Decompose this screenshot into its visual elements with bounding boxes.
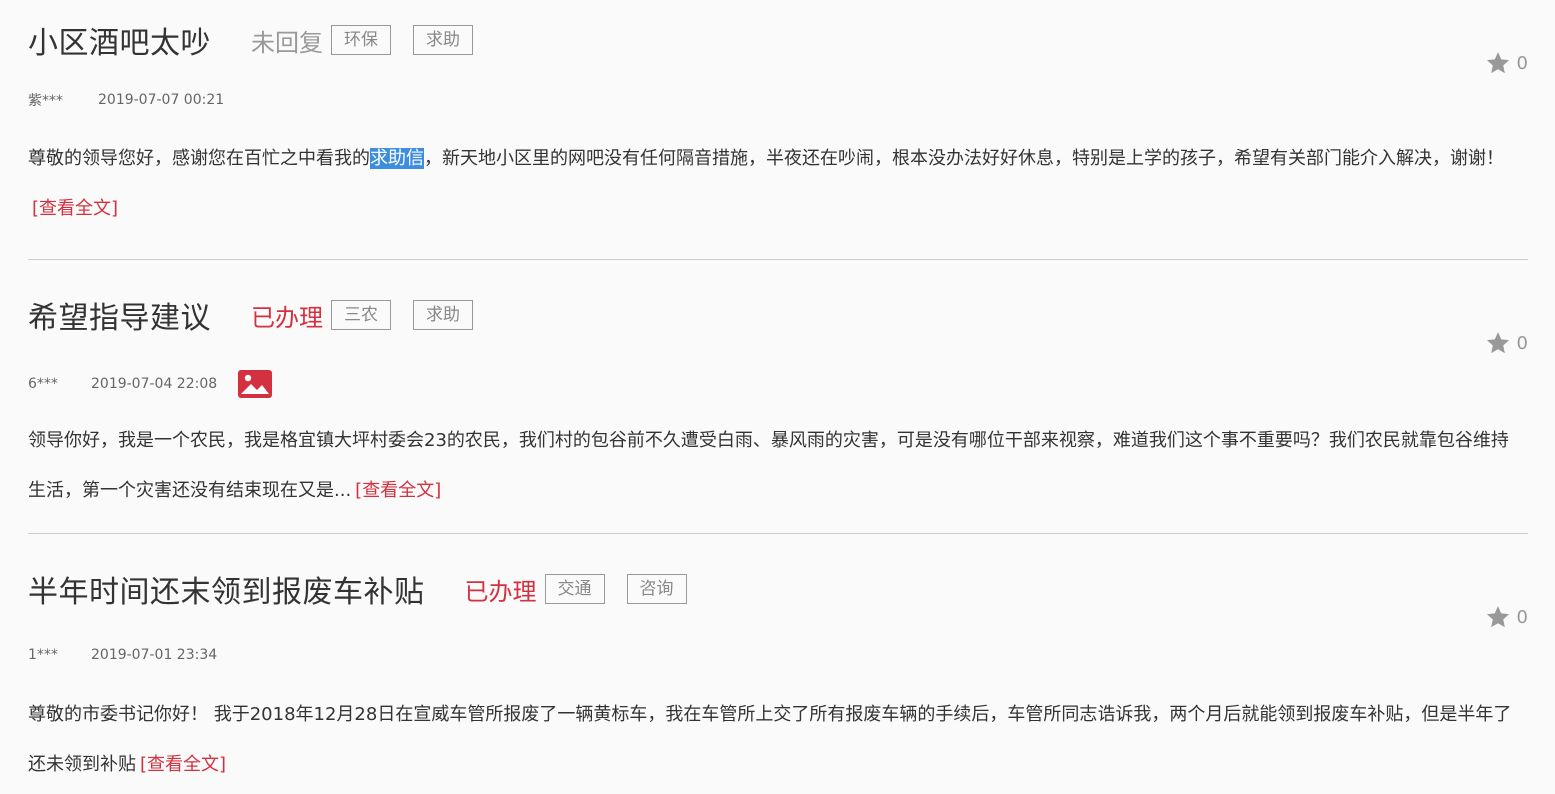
status-badge: 已办理 bbox=[251, 303, 323, 332]
timestamp: 2019-07-01 23:34 bbox=[91, 647, 218, 663]
like-count: 0 bbox=[1516, 332, 1528, 354]
tag-type[interactable]: 求助 bbox=[413, 300, 473, 330]
post-title-row: 半年时间还末领到报废车补贴 已办理 交通 咨询 bbox=[28, 567, 687, 611]
content-text: 领导你好，我是一个农民，我是格宜镇大坪村委会23的农民，我们村的包谷前不久遭受白… bbox=[28, 430, 1509, 501]
like-count: 0 bbox=[1516, 606, 1528, 628]
divider bbox=[28, 533, 1528, 534]
post-item: 希望指导建议 已办理 三农 求助 6*** 2019-07-04 22:08 0… bbox=[28, 295, 1528, 515]
content-highlight: 求助信 bbox=[370, 148, 424, 169]
post-title-row: 希望指导建议 已办理 三农 求助 bbox=[28, 293, 473, 337]
view-full-link[interactable]: [查看全文] bbox=[32, 198, 118, 219]
post-title[interactable]: 小区酒吧太吵 bbox=[28, 18, 211, 62]
tag-category[interactable]: 交通 bbox=[544, 574, 605, 604]
divider bbox=[28, 259, 1528, 260]
tag-category[interactable]: 三农 bbox=[331, 300, 391, 330]
post-meta: 1*** 2019-07-01 23:34 bbox=[28, 647, 217, 663]
post-meta: 紫*** 2019-07-07 00:21 bbox=[28, 90, 224, 110]
post-title[interactable]: 希望指导建议 bbox=[28, 293, 211, 337]
timestamp: 2019-07-04 22:08 bbox=[91, 376, 218, 392]
author: 6*** bbox=[28, 376, 58, 392]
post-meta: 6*** 2019-07-04 22:08 bbox=[28, 369, 273, 399]
tag-type[interactable]: 求助 bbox=[413, 25, 473, 55]
post-item: 半年时间还末领到报废车补贴 已办理 交通 咨询 1*** 2019-07-01 … bbox=[28, 569, 1528, 794]
view-full-link[interactable]: [查看全文] bbox=[140, 754, 226, 775]
star-icon bbox=[1486, 606, 1509, 628]
post-content: 尊敬的领导您好，感谢您在百忙之中看我的求助信，新天地小区里的网吧没有任何隔音措施… bbox=[28, 134, 1528, 234]
like-button[interactable]: 0 bbox=[1485, 50, 1528, 76]
post-content: 尊敬的市委书记你好！ 我于2018年12月28日在宣威车管所报废了一辆黄标车，我… bbox=[28, 690, 1528, 790]
author: 紫*** bbox=[28, 93, 63, 109]
tag-type[interactable]: 咨询 bbox=[626, 574, 687, 604]
content-text: 尊敬的领导您好，感谢您在百忙之中看我的 bbox=[28, 148, 370, 169]
content-text-rest: ，新天地小区里的网吧没有任何隔音措施，半夜还在吵闹，根本没办法好好休息，特别是上… bbox=[424, 148, 1504, 169]
image-icon[interactable] bbox=[237, 369, 273, 399]
status-badge: 未回复 bbox=[251, 28, 323, 57]
view-full-link[interactable]: [查看全文] bbox=[355, 480, 441, 501]
author: 1*** bbox=[28, 647, 58, 663]
post-title-row: 小区酒吧太吵 未回复 环保 求助 bbox=[28, 18, 473, 62]
post-item: 小区酒吧太吵 未回复 环保 求助 紫*** 2019-07-07 00:21 0… bbox=[28, 20, 1528, 240]
tag-category[interactable]: 环保 bbox=[331, 25, 391, 55]
star-icon bbox=[1486, 52, 1509, 74]
like-count: 0 bbox=[1516, 52, 1528, 74]
like-button[interactable]: 0 bbox=[1485, 604, 1528, 630]
timestamp: 2019-07-07 00:21 bbox=[98, 92, 225, 108]
star-icon bbox=[1486, 332, 1509, 354]
post-title[interactable]: 半年时间还末领到报废车补贴 bbox=[28, 567, 425, 611]
status-badge: 已办理 bbox=[464, 577, 537, 606]
post-content: 领导你好，我是一个农民，我是格宜镇大坪村委会23的农民，我们村的包谷前不久遭受白… bbox=[28, 416, 1518, 516]
content-text: 尊敬的市委书记你好！ 我于2018年12月28日在宣威车管所报废了一辆黄标车，我… bbox=[28, 704, 1512, 775]
like-button[interactable]: 0 bbox=[1485, 330, 1528, 356]
